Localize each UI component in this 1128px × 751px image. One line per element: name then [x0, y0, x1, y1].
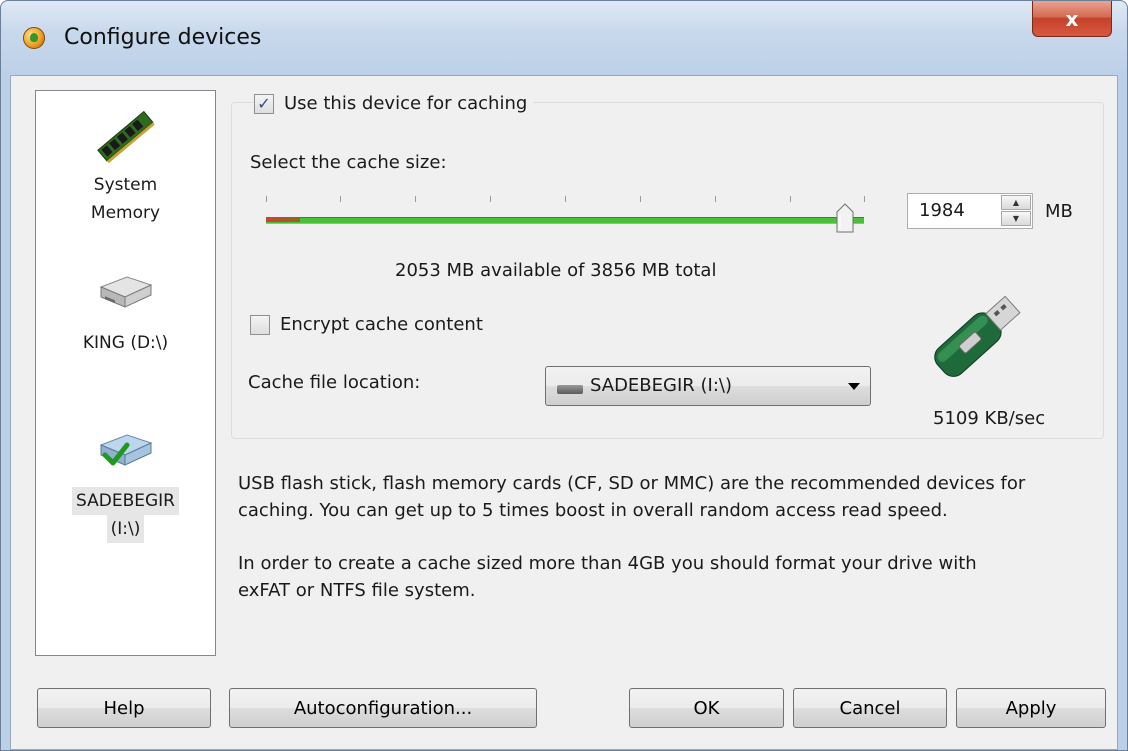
device-item-sadebegir[interactable]: SADEBEGIR (I:\): [37, 431, 214, 543]
info-line: USB flash stick, flash memory cards (CF,…: [238, 473, 1026, 494]
app-icon: [23, 27, 45, 49]
encrypt-check-box[interactable]: [250, 314, 270, 335]
device-label: SADEBEGIR: [72, 487, 179, 515]
cancel-button[interactable]: Cancel: [793, 688, 947, 728]
window-title: Configure devices: [64, 25, 262, 50]
hdd-check-icon: [99, 434, 152, 466]
apply-button[interactable]: Apply: [956, 688, 1106, 728]
configure-devices-window: Configure devices x System Memory KING (…: [0, 0, 1128, 751]
device-list[interactable]: System Memory KING (D:\) SADEBEGIR (I:\): [35, 90, 216, 656]
spin-up-icon[interactable]: ▲: [1001, 195, 1031, 210]
device-label: (I:\): [106, 515, 145, 543]
close-button[interactable]: x: [1032, 1, 1112, 37]
cache-size-unit: MB: [1045, 201, 1073, 222]
drive-icon: [557, 385, 583, 394]
use-device-checkbox[interactable]: ✓ Use this device for caching: [254, 93, 534, 114]
ram-icon: [96, 110, 155, 164]
device-label: Memory: [90, 203, 161, 223]
slider-used-segment: [266, 217, 300, 222]
use-device-label: Use this device for caching: [284, 93, 528, 114]
device-label: System: [93, 175, 158, 195]
device-item-king[interactable]: KING (D:\): [37, 273, 214, 357]
device-speed: 5109 KB/sec: [933, 408, 1046, 429]
cache-size-slider-thumb[interactable]: [836, 203, 854, 233]
encrypt-label: Encrypt cache content: [280, 314, 483, 335]
use-device-check-box[interactable]: ✓: [254, 93, 274, 114]
spin-down-icon[interactable]: ▼: [1001, 211, 1031, 226]
cache-size-label: Select the cache size:: [250, 152, 447, 173]
slider-ticks: [266, 196, 866, 206]
info-paragraph-1: USB flash stick, flash memory cards (CF,…: [238, 470, 1098, 524]
chevron-down-icon: [848, 383, 860, 390]
dialog-client-area: System Memory KING (D:\) SADEBEGIR (I:\)…: [10, 75, 1118, 750]
encrypt-checkbox[interactable]: Encrypt cache content: [250, 314, 489, 335]
cache-size-spinbox[interactable]: 1984 ▲ ▼: [907, 193, 1033, 229]
info-line: caching. You can get up to 5 times boost…: [238, 500, 948, 521]
help-button[interactable]: Help: [37, 688, 211, 728]
device-label: KING (D:\): [82, 333, 169, 353]
info-line: In order to create a cache sized more th…: [238, 553, 977, 574]
availability-text: 2053 MB available of 3856 MB total: [395, 260, 717, 281]
info-line: exFAT or NTFS file system.: [238, 580, 476, 601]
usb-flash-drive-icon: [934, 295, 1021, 377]
ok-button[interactable]: OK: [629, 688, 784, 728]
cache-location-dropdown[interactable]: SADEBEGIR (I:\): [545, 366, 871, 406]
cache-location-label: Cache file location:: [248, 372, 421, 393]
device-item-system-memory[interactable]: System Memory: [37, 91, 214, 227]
info-paragraph-2: In order to create a cache sized more th…: [238, 550, 1098, 604]
autoconfiguration-button[interactable]: Autoconfiguration...: [229, 688, 537, 728]
hdd-icon: [99, 276, 152, 308]
cache-size-slider-track[interactable]: [266, 217, 864, 224]
title-bar: Configure devices x: [1, 1, 1127, 75]
cache-size-value[interactable]: 1984: [919, 200, 965, 221]
cache-location-value: SADEBEGIR (I:\): [590, 375, 732, 396]
close-icon: x: [1065, 6, 1079, 31]
